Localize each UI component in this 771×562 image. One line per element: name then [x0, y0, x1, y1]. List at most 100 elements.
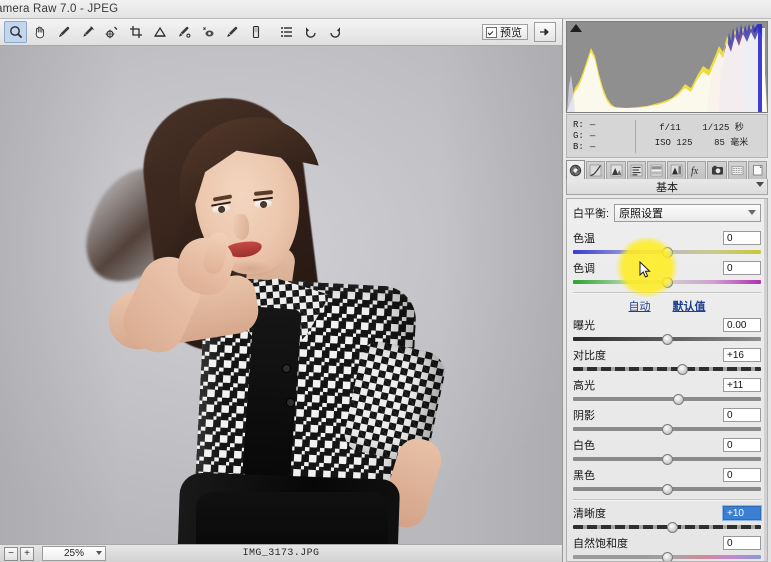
preview-checkbox[interactable]: 预览 [482, 24, 528, 40]
slider-track-contrast[interactable] [573, 364, 761, 375]
slider-label-contrast: 对比度 [573, 350, 606, 362]
auto-link[interactable]: 自动 [629, 298, 651, 314]
tab-lens-corrections[interactable] [667, 161, 687, 179]
slider-value-tint[interactable]: 0 [723, 261, 761, 275]
slider-knob-tint[interactable] [661, 277, 673, 288]
rgb-g-label: G: [573, 130, 584, 141]
targeted-adjustment-tool[interactable] [100, 21, 123, 43]
hair-back [135, 89, 325, 357]
tab-basic[interactable] [566, 160, 586, 179]
slider-exposure: 曝光 0.00 [573, 317, 761, 345]
rotate-right-tool[interactable] [323, 21, 346, 43]
finger [201, 230, 231, 276]
slider-knob-whites[interactable] [661, 454, 673, 465]
preferences-tool[interactable] [275, 21, 298, 43]
snapshot-icon [753, 164, 763, 176]
slider-track-clarity[interactable] [573, 522, 761, 533]
eyebrow-right [253, 190, 274, 196]
slider-knob-vibrance[interactable] [661, 552, 673, 561]
presets-icon [731, 166, 744, 175]
slider-value-contrast[interactable]: +16 [723, 348, 761, 362]
tab-camera-calibration[interactable] [707, 161, 727, 179]
eyebrow-left [212, 194, 233, 202]
aperture-icon [569, 164, 582, 176]
slider-temperature: 色温 0 [573, 230, 761, 258]
shot-info: f/11 1/125 秒 ISO 125 85 毫米 [636, 121, 767, 151]
status-bar: − + 25% IMG_3173.JPG [0, 544, 562, 562]
slider-label-tint: 色调 [573, 263, 595, 275]
default-link[interactable]: 默认值 [673, 298, 706, 314]
slider-knob-temperature[interactable] [661, 247, 673, 258]
slider-bar-highlights [573, 397, 761, 401]
tab-presets[interactable] [727, 161, 747, 179]
red-eye-removal-tool[interactable] [196, 21, 219, 43]
tab-hsl-grayscale[interactable] [626, 161, 646, 179]
crop-tool[interactable] [124, 21, 147, 43]
adjustment-brush-tool[interactable] [220, 21, 243, 43]
slider-knob-highlights[interactable] [672, 394, 684, 405]
camera-raw-window: amera Raw 7.0 - JPEG 预览 − + 25% IMG_3173… [0, 0, 771, 562]
slider-track-whites[interactable] [573, 454, 761, 465]
histogram[interactable] [566, 21, 768, 113]
slider-track-temperature[interactable] [573, 247, 761, 258]
slider-value-vibrance[interactable]: 0 [723, 536, 761, 550]
panel-scrollbar[interactable] [764, 199, 767, 561]
tab-effects[interactable]: fx [687, 161, 707, 179]
slider-track-highlights[interactable] [573, 394, 761, 405]
spot-removal-tool[interactable] [172, 21, 195, 43]
white-balance-label: 白平衡: [573, 208, 610, 220]
slider-track-vibrance[interactable] [573, 552, 761, 561]
tab-tone-curve[interactable] [586, 161, 606, 179]
slider-track-shadows[interactable] [573, 424, 761, 435]
white-balance-row: 白平衡: 原照设置 [573, 204, 761, 222]
slider-track-tint[interactable] [573, 277, 761, 288]
slider-whites: 白色 0 [573, 437, 761, 465]
zoom-tool[interactable] [4, 21, 27, 43]
slider-value-highlights[interactable]: +11 [723, 378, 761, 392]
checkbox-icon [486, 26, 497, 38]
rgb-readout: R: — G: — B: — [567, 119, 636, 153]
slider-value-temperature[interactable]: 0 [723, 231, 761, 245]
slider-value-exposure[interactable]: 0.00 [723, 318, 761, 332]
slider-value-whites[interactable]: 0 [723, 438, 761, 452]
tab-split-toning[interactable] [646, 161, 667, 179]
rgb-b-value: — [589, 141, 596, 152]
lower-arm-right [377, 433, 447, 533]
curve-icon [589, 164, 602, 177]
slider-track-exposure[interactable] [573, 334, 761, 345]
exif-readout: R: — G: — B: — f/11 1/125 秒 ISO 125 85 毫米 [566, 114, 768, 158]
image-canvas[interactable] [0, 46, 562, 544]
slider-value-blacks[interactable]: 0 [723, 468, 761, 482]
eye-left [211, 203, 231, 215]
slider-knob-shadows[interactable] [661, 424, 673, 435]
tab-detail[interactable] [606, 161, 626, 179]
slider-knob-exposure[interactable] [661, 334, 673, 345]
tab-snapshots[interactable] [747, 161, 768, 179]
color-sampler-tool[interactable] [76, 21, 99, 43]
slider-knob-contrast[interactable] [676, 364, 688, 375]
slider-track-blacks[interactable] [573, 484, 761, 495]
straighten-tool[interactable] [148, 21, 171, 43]
slider-knob-clarity[interactable] [667, 522, 679, 533]
slider-blacks: 黑色 0 [573, 467, 761, 495]
fullscreen-button[interactable] [534, 22, 556, 42]
white-balance-tool[interactable] [52, 21, 75, 43]
slider-value-clarity[interactable]: +10 [723, 506, 761, 520]
white-balance-select[interactable]: 原照设置 [614, 204, 761, 222]
iso-value: ISO 125 [654, 138, 693, 148]
jacket-sleeve [341, 338, 449, 466]
lens-icon [670, 164, 683, 177]
auto-default-row: 自动 默认值 [573, 298, 761, 314]
hand-tool[interactable] [28, 21, 51, 43]
slider-knob-blacks[interactable] [661, 484, 673, 495]
panel-menu-icon[interactable] [756, 182, 764, 187]
graduated-filter-tool[interactable] [244, 21, 267, 43]
eye-right [253, 199, 273, 209]
focal-length-value: 85 毫米 [714, 138, 749, 148]
rotate-left-tool[interactable] [299, 21, 322, 43]
slider-value-shadows[interactable]: 0 [723, 408, 761, 422]
neck [241, 243, 297, 319]
window-title: amera Raw 7.0 - JPEG [0, 3, 119, 15]
panel-title-label: 基本 [656, 181, 678, 194]
photo-preview [0, 46, 562, 544]
